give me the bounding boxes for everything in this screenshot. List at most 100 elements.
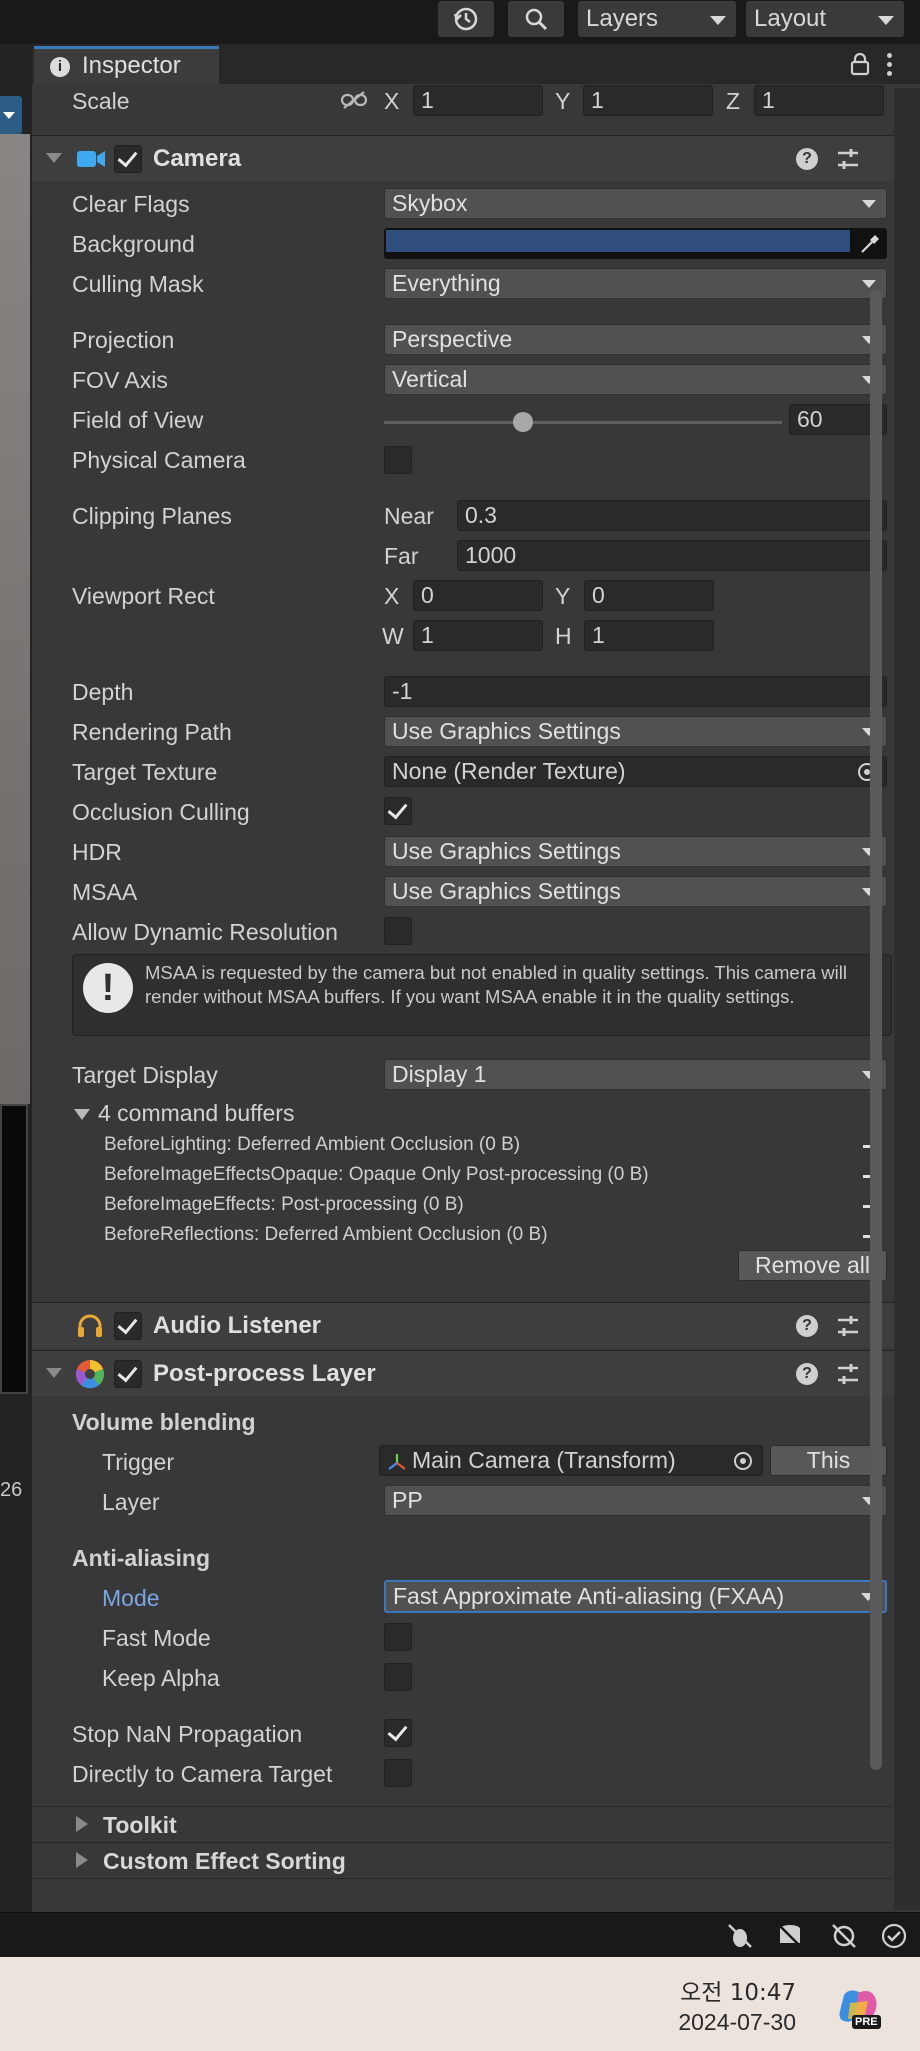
- scene-dropdown-edge[interactable]: [0, 96, 22, 134]
- foldout-arrow-icon[interactable]: [46, 1368, 62, 1378]
- debugger-icon[interactable]: [726, 1922, 754, 1950]
- checkmark-icon[interactable]: [880, 1922, 908, 1950]
- presets-icon[interactable]: [836, 1363, 860, 1385]
- field-of-view-slider[interactable]: [384, 410, 782, 434]
- chevron-down-icon: [862, 280, 876, 288]
- target-texture-field[interactable]: None (Render Texture): [384, 756, 887, 787]
- viewport-w-field[interactable]: 1: [413, 620, 543, 651]
- command-buffers-foldout[interactable]: 4 command buffers: [74, 1100, 374, 1130]
- far-label: Far: [384, 543, 419, 569]
- physical-camera-checkbox[interactable]: [384, 446, 412, 474]
- component-header-icons: ?: [796, 1361, 906, 1387]
- eyedropper-icon[interactable]: [858, 232, 882, 256]
- fov-axis-dropdown[interactable]: Vertical: [384, 364, 887, 395]
- inspector-scrollbar[interactable]: [894, 88, 920, 1910]
- status-bar: [0, 1912, 920, 1957]
- viewport-x-field[interactable]: 0: [413, 580, 543, 611]
- clear-flags-dropdown[interactable]: Skybox: [384, 188, 887, 219]
- auto-generate-lighting-icon[interactable]: [830, 1922, 858, 1950]
- layer-dropdown[interactable]: PP: [384, 1485, 887, 1516]
- post-process-layer-title: Post-process Layer: [153, 1360, 376, 1387]
- pre-badge: PRE: [852, 2015, 881, 2029]
- clipping-planes-label: Clipping Planes: [72, 503, 232, 529]
- toolkit-foldout[interactable]: Toolkit: [32, 1806, 892, 1842]
- custom-effect-sorting-label: Custom Effect Sorting: [103, 1848, 346, 1874]
- keep-alpha-checkbox[interactable]: [384, 1663, 412, 1691]
- directly-to-camera-checkbox[interactable]: [384, 1759, 412, 1787]
- toolkit-label: Toolkit: [103, 1812, 177, 1838]
- object-picker-icon[interactable]: [733, 1451, 753, 1471]
- depth-field[interactable]: -1: [384, 676, 887, 707]
- fov-axis-value: Vertical: [392, 366, 468, 392]
- command-buffer-item: BeforeReflections: Deferred Ambient Occl…: [104, 1224, 548, 1245]
- help-icon[interactable]: ?: [796, 1315, 818, 1337]
- projection-value: Perspective: [392, 326, 513, 352]
- target-display-dropdown[interactable]: Display 1: [384, 1059, 887, 1090]
- fast-mode-checkbox[interactable]: [384, 1623, 412, 1651]
- directly-to-camera-label: Directly to Camera Target: [72, 1761, 333, 1787]
- search-button[interactable]: [508, 1, 564, 37]
- post-process-layer-enabled-checkbox[interactable]: [114, 1360, 142, 1388]
- cache-server-icon[interactable]: [776, 1922, 804, 1950]
- background-color-swatch: [386, 230, 850, 252]
- camera-enabled-checkbox[interactable]: [114, 145, 142, 173]
- foldout-arrow-icon[interactable]: [46, 153, 62, 163]
- background-color-field[interactable]: [384, 228, 887, 259]
- rendering-path-dropdown[interactable]: Use Graphics Settings: [384, 716, 887, 747]
- scale-x-label: X: [384, 88, 400, 114]
- projection-dropdown[interactable]: Perspective: [384, 324, 887, 355]
- clear-flags-label: Clear Flags: [72, 191, 190, 217]
- layer-label: Layer: [102, 1489, 160, 1515]
- near-field[interactable]: 0.3: [457, 500, 887, 531]
- custom-effect-sorting-foldout[interactable]: Custom Effect Sorting: [32, 1842, 892, 1878]
- occlusion-culling-checkbox[interactable]: [384, 797, 412, 825]
- help-icon[interactable]: ?: [796, 1363, 818, 1385]
- slider-thumb[interactable]: [513, 412, 533, 432]
- copilot-icon[interactable]: PRE: [836, 1989, 882, 2033]
- clear-flags-value: Skybox: [392, 190, 468, 216]
- scale-x-field[interactable]: 1: [413, 85, 543, 116]
- layer-value: PP: [392, 1487, 423, 1513]
- scale-y-field[interactable]: 1: [583, 85, 713, 116]
- tab-inspector[interactable]: i Inspector: [34, 46, 219, 84]
- far-field[interactable]: 1000: [457, 540, 887, 571]
- allow-dynamic-resolution-checkbox[interactable]: [384, 917, 412, 945]
- layout-dropdown[interactable]: Layout: [746, 1, 904, 37]
- stop-nan-checkbox[interactable]: [384, 1719, 412, 1747]
- scene-viewport[interactable]: [0, 134, 30, 1104]
- scale-z-field[interactable]: 1: [754, 85, 884, 116]
- lock-icon[interactable]: [850, 52, 870, 76]
- audio-listener-enabled-checkbox[interactable]: [114, 1312, 142, 1340]
- post-process-layer-component-header[interactable]: Post-process Layer ?: [32, 1350, 920, 1396]
- link-icon[interactable]: [340, 90, 368, 110]
- post-process-icon: [75, 1360, 105, 1389]
- inspector-panel: i Inspector Scale X 1 Y 1 Z 1 Camera ? C…: [32, 44, 920, 1912]
- remove-all-button[interactable]: Remove all: [738, 1250, 887, 1281]
- hdr-dropdown[interactable]: Use Graphics Settings: [384, 836, 887, 867]
- presets-icon[interactable]: [836, 148, 860, 170]
- presets-icon[interactable]: [836, 1315, 860, 1337]
- panel-menu-icon[interactable]: [886, 53, 892, 77]
- clock-time[interactable]: 오전 10:47: [680, 1973, 796, 2007]
- camera-component-header[interactable]: Camera ?: [32, 135, 920, 181]
- help-icon[interactable]: ?: [796, 148, 818, 170]
- depth-label: Depth: [72, 679, 134, 705]
- layers-dropdown[interactable]: Layers: [578, 1, 736, 37]
- trigger-field[interactable]: Main Camera (Transform): [379, 1445, 763, 1476]
- audio-listener-component-header[interactable]: Audio Listener ?: [32, 1302, 920, 1348]
- near-label: Near: [384, 503, 434, 529]
- msaa-label: MSAA: [72, 879, 138, 905]
- command-buffer-item: BeforeImageEffectsOpaque: Opaque Only Po…: [104, 1164, 649, 1185]
- scrollbar-thumb[interactable]: [870, 290, 882, 1770]
- viewport-h-label: H: [555, 623, 572, 649]
- clock-date[interactable]: 2024-07-30: [678, 2009, 796, 2036]
- viewport-y-field[interactable]: 0: [584, 580, 714, 611]
- msaa-dropdown[interactable]: Use Graphics Settings: [384, 876, 887, 907]
- camera-title: Camera: [153, 145, 242, 172]
- viewport-h-field[interactable]: 1: [584, 620, 714, 651]
- target-display-value: Display 1: [392, 1061, 487, 1087]
- culling-mask-dropdown[interactable]: Everything: [384, 268, 887, 299]
- history-button[interactable]: [438, 1, 494, 37]
- mode-dropdown[interactable]: Fast Approximate Anti-aliasing (FXAA): [384, 1580, 887, 1613]
- msaa-warning-box: ! MSAA is requested by the camera but no…: [72, 954, 892, 1036]
